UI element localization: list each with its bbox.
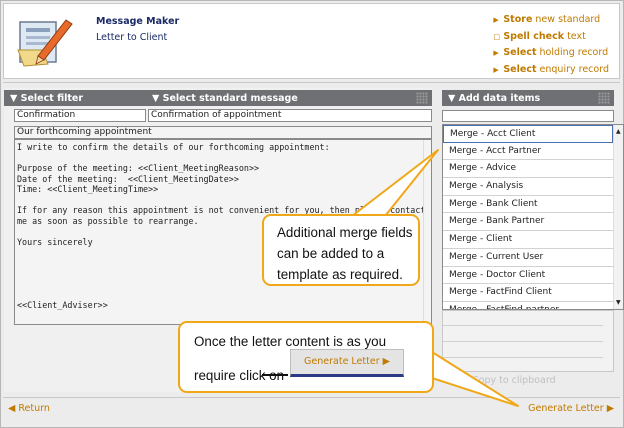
data-items-input[interactable]	[442, 110, 614, 122]
copy-to-clipboard-link[interactable]: Copy to clipboard	[472, 375, 556, 386]
merge-fields-callout: Additional merge fields can be added to …	[262, 214, 420, 286]
list-item[interactable]: Merge - Advice	[443, 160, 613, 179]
list-item[interactable]: Merge - Client	[443, 231, 613, 249]
grip-icon[interactable]	[598, 92, 610, 104]
chevron-down-icon: ▼	[10, 93, 21, 104]
generate-letter-link[interactable]: Generate Letter ▶	[528, 403, 614, 414]
list-item[interactable]: Merge - Analysis	[443, 178, 613, 196]
filter-bar: ▼ Select filter ▼ Select standard messag…	[4, 90, 432, 106]
scroll-down-icon[interactable]: ▼	[616, 299, 621, 306]
select-filter-dropdown[interactable]: ▼ Select filter	[10, 93, 83, 104]
selected-items-list	[442, 310, 614, 372]
scroll-up-icon[interactable]: ▲	[616, 128, 621, 135]
list-item[interactable]: Merge - Doctor Client	[443, 267, 613, 285]
underline	[262, 374, 288, 376]
list-item[interactable]: Merge - Acct Partner	[443, 143, 613, 161]
list-item[interactable]: Merge - Bank Partner	[443, 213, 613, 232]
grip-icon[interactable]	[416, 92, 428, 104]
filter-value-field[interactable]: Confirmation	[14, 109, 146, 122]
chevron-down-icon: ▼	[152, 93, 163, 104]
store-standard-link[interactable]: ▶ Store new standard	[493, 12, 609, 29]
list-divider	[443, 341, 603, 342]
merge-fields-list: Merge - Acct Client Merge - Acct Partner…	[442, 124, 624, 310]
arrow-right-icon: ▶	[379, 356, 390, 367]
list-item[interactable]: Merge - FactFind Client	[443, 284, 613, 302]
arrow-right-icon: ▶	[493, 16, 499, 24]
footer-divider	[3, 397, 620, 398]
list-item[interactable]: Merge - FactFind partner	[443, 302, 613, 309]
body-scrollbar[interactable]	[423, 140, 431, 324]
header-actions: ▶ Store new standard □ Spell check text ▶ S…	[493, 12, 609, 78]
app-subtitle: Letter to Client	[96, 32, 168, 43]
select-standard-dropdown[interactable]: ▼ Select standard message	[152, 93, 298, 104]
data-items-bar: ▼ Add data items	[442, 90, 614, 106]
return-link[interactable]: ◀ Return	[8, 403, 50, 414]
arrow-left-icon: ◀	[8, 403, 19, 414]
arrow-right-icon: ▶	[603, 403, 614, 414]
list-item[interactable]: Merge - Current User	[443, 249, 613, 267]
checkbox-icon: □	[493, 32, 500, 41]
subject-field[interactable]: Our forthcoming appointment	[14, 126, 432, 139]
list-item[interactable]: Merge - Acct Client	[443, 125, 613, 143]
list-divider	[443, 325, 603, 326]
list-item[interactable]: Merge - Bank Client	[443, 196, 613, 214]
spell-check-link[interactable]: □ Spell check text	[493, 29, 609, 46]
arrow-right-icon: ▶	[493, 65, 499, 74]
app-title: Message Maker	[96, 16, 180, 27]
add-data-items-dropdown[interactable]: ▼ Add data items	[448, 93, 540, 104]
header: Message Maker Letter to Client ▶ Store ne…	[3, 3, 620, 79]
select-enquiry-link[interactable]: ▶ Select enquiry record	[493, 62, 609, 79]
message-maker-logo-icon	[17, 19, 73, 67]
list-divider	[443, 357, 603, 358]
select-holding-link[interactable]: ▶ Select holding record	[493, 45, 609, 62]
header-divider	[3, 82, 620, 83]
standard-message-field[interactable]: Confirmation of appointment	[148, 109, 432, 122]
generate-letter-button[interactable]: Generate Letter ▶	[290, 349, 404, 377]
arrow-right-icon: ▶	[493, 49, 499, 57]
list-scrollbar[interactable]: ▲ ▼	[613, 125, 623, 309]
chevron-down-icon: ▼	[448, 93, 459, 104]
